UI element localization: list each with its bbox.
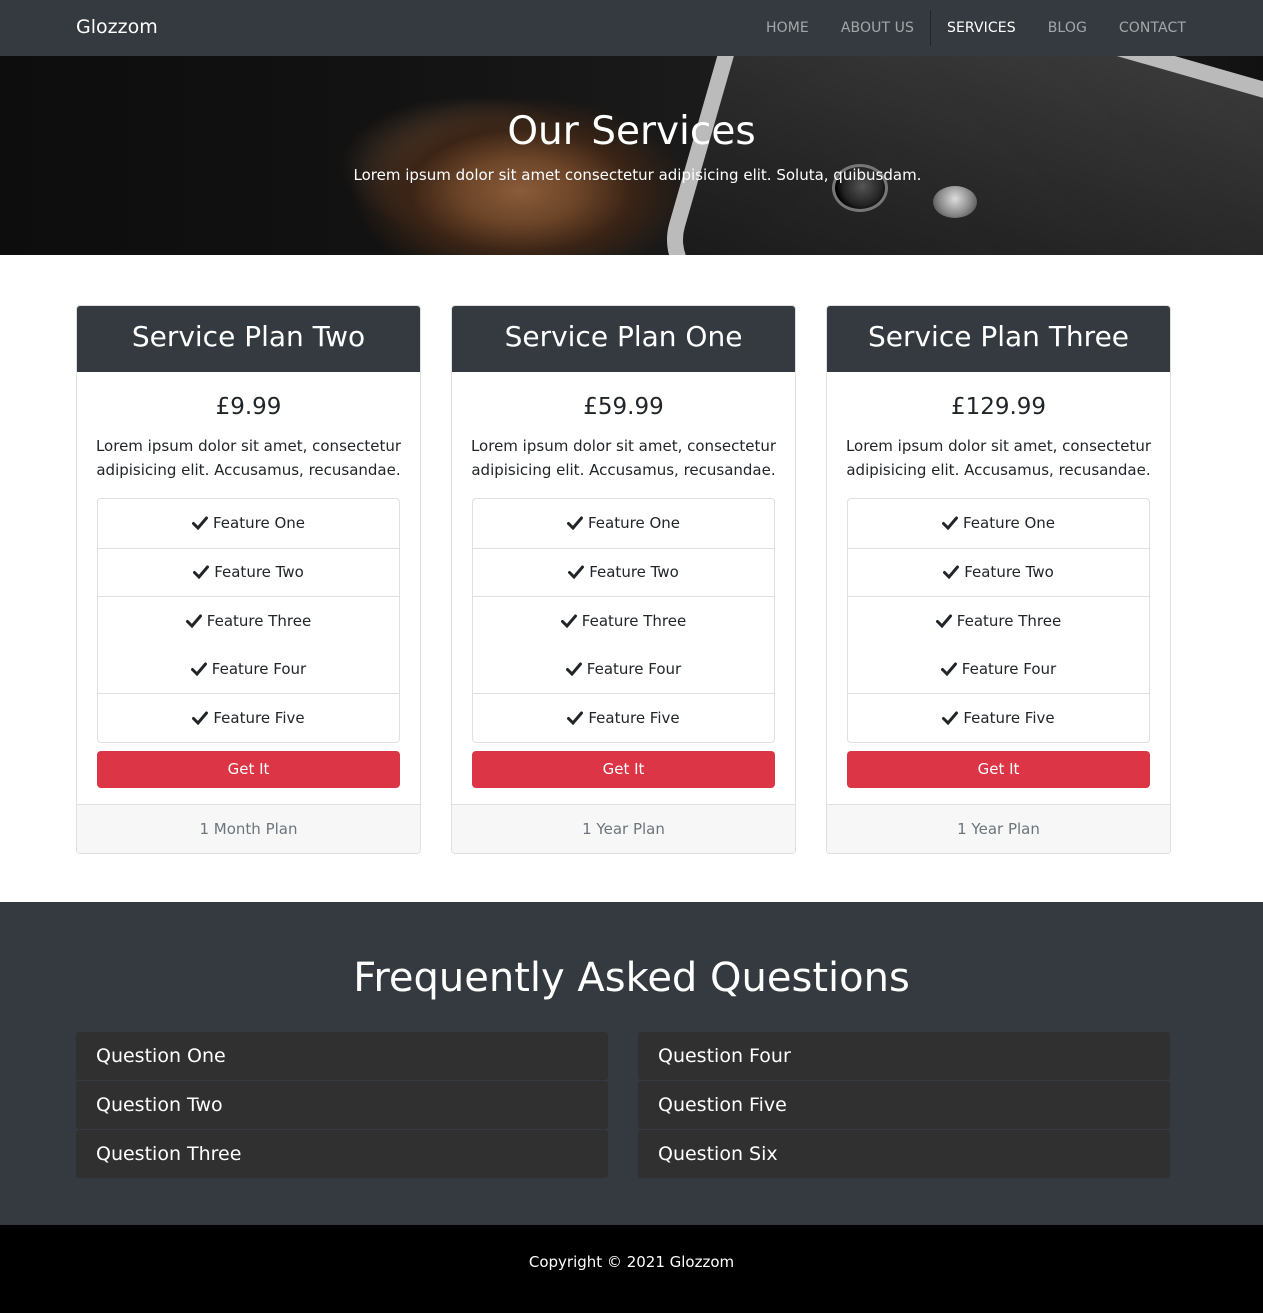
- feature-item: Feature Three: [98, 596, 399, 645]
- plan-description: Lorem ipsum dolor sit amet, consectetur …: [845, 437, 1152, 479]
- faq-question[interactable]: Question Four: [638, 1032, 1170, 1080]
- feature-label: Feature One: [963, 514, 1055, 533]
- check-icon: [567, 711, 584, 726]
- feature-label: Feature One: [213, 514, 305, 533]
- page-footer: Copyright © 2021 Glozzom: [0, 1225, 1263, 1313]
- faq-section: Frequently Asked Questions Question One …: [0, 902, 1263, 1225]
- check-icon: [192, 516, 208, 531]
- faq-title: Frequently Asked Questions: [353, 955, 910, 1001]
- faq-question[interactable]: Question Two: [76, 1081, 608, 1129]
- check-icon: [192, 711, 209, 726]
- plan-description: Lorem ipsum dolor sit amet, consectetur …: [470, 437, 777, 479]
- feature-item: Feature One: [473, 499, 774, 548]
- nav-link-about[interactable]: ABOUT US: [825, 20, 930, 36]
- check-icon: [565, 662, 582, 677]
- plan-name: Service Plan One: [452, 306, 795, 372]
- plan-name: Service Plan Two: [77, 306, 420, 372]
- nav-link-services[interactable]: SERVICES: [931, 20, 1032, 36]
- nav-link-home[interactable]: HOME: [750, 20, 825, 36]
- plan-duration: 1 Month Plan: [77, 804, 420, 853]
- feature-item: Feature One: [98, 499, 399, 548]
- feature-item: Feature Two: [473, 547, 774, 597]
- feature-label: Feature Two: [214, 563, 304, 582]
- feature-label: Feature Five: [213, 709, 305, 728]
- check-icon: [943, 565, 960, 580]
- feature-label: Feature Three: [581, 611, 687, 630]
- plan-name: Service Plan Three: [827, 306, 1170, 372]
- check-icon: [568, 565, 585, 580]
- check-icon: [567, 516, 583, 531]
- feature-list: Feature One Feature Two Feature Three Fe…: [847, 498, 1150, 743]
- nav-link-contact[interactable]: CONTACT: [1103, 20, 1186, 36]
- feature-label: Feature Five: [588, 709, 680, 728]
- feature-item: Feature Three: [473, 596, 774, 645]
- hero-background-image: [652, 56, 1263, 255]
- plan-card: Service Plan One £59.99 Lorem ipsum dolo…: [451, 305, 796, 854]
- feature-item: Feature Two: [98, 547, 399, 597]
- feature-item: Feature Five: [473, 693, 774, 742]
- feature-list: Feature One Feature Two Feature Three Fe…: [472, 498, 775, 743]
- check-icon: [942, 711, 959, 726]
- hero-decoration: [933, 186, 977, 218]
- plan-description: Lorem ipsum dolor sit amet, consectetur …: [95, 437, 402, 479]
- check-icon: [940, 662, 957, 677]
- hero-header: Our Services Lorem ipsum dolor sit amet …: [0, 56, 1263, 255]
- plan-duration: 1 Year Plan: [452, 804, 795, 853]
- feature-list: Feature One Feature Two Feature Three Fe…: [97, 498, 400, 743]
- faq-question[interactable]: Question Six: [638, 1130, 1170, 1178]
- faq-question[interactable]: Question Three: [76, 1130, 608, 1178]
- feature-item: Feature Four: [848, 645, 1149, 694]
- brand-logo[interactable]: Glozzom: [76, 16, 158, 38]
- plan-card: Service Plan Three £129.99 Lorem ipsum d…: [826, 305, 1171, 854]
- get-it-button[interactable]: Get It: [472, 750, 775, 788]
- check-icon: [942, 516, 958, 531]
- nav-item-contact: CONTACT: [1103, 0, 1186, 56]
- feature-label: Feature Four: [211, 660, 307, 679]
- faq-question[interactable]: Question One: [76, 1032, 608, 1080]
- nav-item-blog: BLOG: [1032, 0, 1103, 56]
- feature-label: Feature One: [588, 514, 680, 533]
- plan-duration: 1 Year Plan: [827, 804, 1170, 853]
- get-it-button[interactable]: Get It: [97, 750, 400, 788]
- plan-card: Service Plan Two £9.99 Lorem ipsum dolor…: [76, 305, 421, 854]
- feature-item: Feature Five: [98, 693, 399, 742]
- page-subtitle: Lorem ipsum dolor sit amet consectetur a…: [353, 166, 922, 184]
- faq-column-right: Question Four Question Five Question Six: [638, 1032, 1170, 1179]
- get-it-button[interactable]: Get It: [847, 750, 1150, 788]
- feature-item: Feature Three: [848, 596, 1149, 645]
- check-icon: [560, 614, 577, 628]
- feature-item: Feature Four: [473, 645, 774, 694]
- navbar: Glozzom HOME ABOUT US SERVICES BLOG CONT…: [0, 0, 1263, 56]
- feature-item: Feature Two: [848, 547, 1149, 597]
- plan-price: £59.99: [583, 394, 664, 420]
- faq-columns: Question One Question Two Question Three…: [76, 1032, 1171, 1179]
- check-icon: [190, 662, 207, 677]
- nav-item-services: SERVICES: [930, 10, 1032, 46]
- check-icon: [193, 565, 210, 580]
- service-plans: Service Plan Two £9.99 Lorem ipsum dolor…: [76, 305, 1171, 854]
- feature-label: Feature Two: [589, 563, 679, 582]
- check-icon: [185, 614, 202, 628]
- feature-label: Feature Two: [964, 563, 1054, 582]
- feature-label: Feature Four: [586, 660, 682, 679]
- nav-menu: HOME ABOUT US SERVICES BLOG CONTACT: [750, 0, 1186, 56]
- feature-item: Feature Five: [848, 693, 1149, 742]
- nav-link-blog[interactable]: BLOG: [1032, 20, 1103, 36]
- faq-column-left: Question One Question Two Question Three: [76, 1032, 608, 1179]
- page-title: Our Services: [507, 109, 756, 154]
- nav-item-home: HOME: [750, 0, 825, 56]
- copyright-text: Copyright © 2021 Glozzom: [528, 1253, 735, 1271]
- feature-label: Feature Four: [961, 660, 1057, 679]
- feature-label: Feature Five: [963, 709, 1055, 728]
- plan-price: £129.99: [950, 394, 1047, 420]
- feature-item: Feature One: [848, 499, 1149, 548]
- feature-label: Feature Three: [206, 611, 312, 630]
- check-icon: [935, 614, 952, 628]
- plan-price: £9.99: [215, 394, 282, 420]
- nav-item-about: ABOUT US: [825, 0, 930, 56]
- faq-question[interactable]: Question Five: [638, 1081, 1170, 1129]
- feature-item: Feature Four: [98, 645, 399, 694]
- feature-label: Feature Three: [956, 611, 1062, 630]
